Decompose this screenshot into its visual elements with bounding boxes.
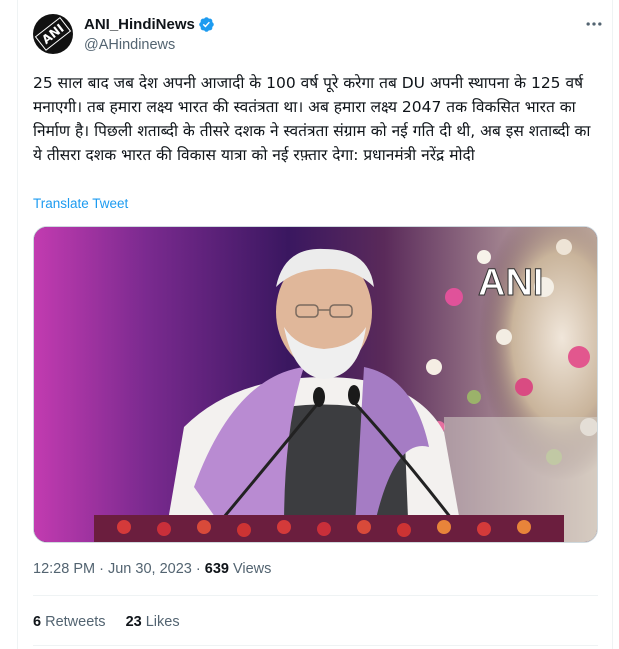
views-label: Views — [232, 561, 272, 577]
divider — [33, 645, 598, 646]
tweet-text: 25 साल बाद जब देश अपनी आजादी के 100 वर्ष… — [33, 74, 591, 164]
media-watermark: ANI — [478, 262, 543, 304]
meta-separator: · — [195, 561, 201, 577]
likes-count: 23 — [125, 614, 142, 630]
verified-badge-icon — [199, 17, 214, 32]
views-count: 639 — [204, 561, 229, 577]
speech-photo: ANI — [34, 227, 597, 542]
retweets-count: 6 — [33, 614, 42, 630]
tweet-timestamp[interactable]: 12:28 PM · Jun 30, 2023 · 639 Views — [33, 561, 271, 577]
retweets-stat[interactable]: 6 Retweets — [33, 614, 106, 630]
tweet-date[interactable]: Jun 30, 2023 — [108, 561, 192, 577]
ani-logo: ANI — [34, 17, 72, 51]
author-name-row: ANI_HindiNews — [84, 16, 215, 33]
tweet-media-image[interactable]: ANI — [33, 226, 598, 543]
more-horizontal-icon[interactable] — [584, 14, 604, 38]
tweet-time[interactable]: 12:28 PM — [33, 561, 95, 577]
likes-stat[interactable]: 23 Likes — [126, 614, 180, 630]
engagement-stats: 6 Retweets 23 Likes — [33, 614, 180, 630]
author-name[interactable]: ANI_HindiNews — [84, 16, 195, 33]
retweets-label: Retweets — [45, 614, 106, 630]
likes-label: Likes — [145, 614, 180, 630]
author-handle[interactable]: @AHindinews — [84, 37, 175, 53]
avatar[interactable]: ANI — [33, 14, 73, 54]
meta-separator: · — [99, 561, 104, 577]
divider — [33, 595, 598, 596]
translate-tweet-link[interactable]: Translate Tweet — [33, 196, 128, 211]
